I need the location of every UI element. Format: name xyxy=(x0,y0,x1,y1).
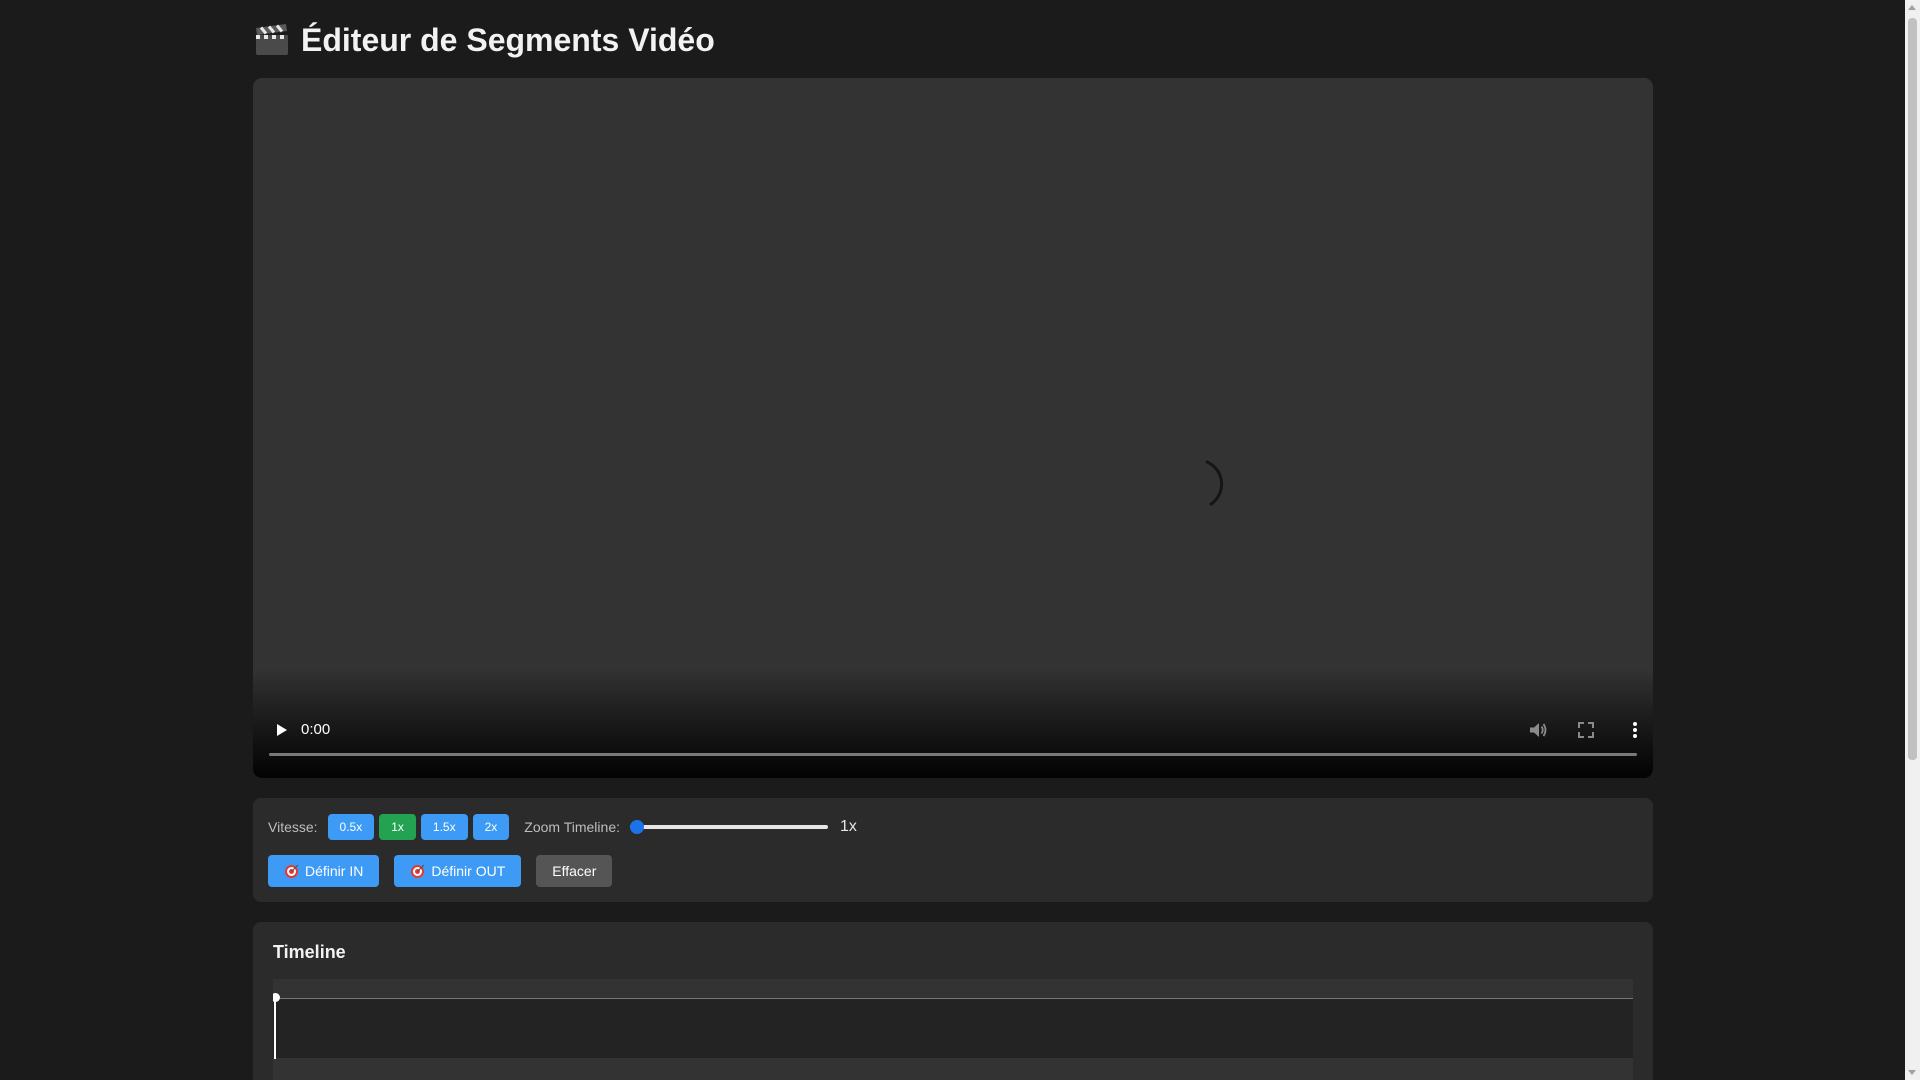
target-icon xyxy=(410,864,425,879)
clapperboard-icon xyxy=(253,21,291,59)
target-icon xyxy=(284,864,299,879)
timeline-ruler xyxy=(273,979,1633,998)
set-out-label: Définir OUT xyxy=(431,863,506,879)
page-title-text: Éditeur de Segments Vidéo xyxy=(301,21,715,58)
speed-button-1-5x[interactable]: 1.5x xyxy=(420,813,468,840)
clear-button[interactable]: Effacer xyxy=(536,855,613,887)
speed-button-1x[interactable]: 1x xyxy=(379,813,416,840)
zoom-timeline-label: Zoom Timeline: xyxy=(524,818,620,835)
speed-row: Vitesse: 0.5x 1x 1.5x 2x Zoom Timeline: … xyxy=(268,813,857,840)
playhead-line xyxy=(274,999,276,1059)
timeline-track[interactable] xyxy=(273,979,1633,1080)
video-current-time: 0:00 xyxy=(301,721,331,738)
video-controls-bar: 0:00 xyxy=(253,668,1653,778)
timeline-playhead[interactable] xyxy=(273,993,283,1059)
volume-icon[interactable] xyxy=(1527,719,1549,741)
set-in-button[interactable]: Définir IN xyxy=(268,855,380,887)
scroll-up-icon[interactable] xyxy=(1908,5,1916,10)
timeline-panel: Timeline xyxy=(253,922,1653,1080)
scrollbar-thumb[interactable] xyxy=(1908,18,1917,760)
fullscreen-icon[interactable] xyxy=(1575,719,1597,741)
video-player[interactable]: 0:00 xyxy=(253,78,1653,778)
action-row: Définir IN Définir OUT Effacer xyxy=(268,855,627,887)
zoom-slider-track xyxy=(630,824,828,829)
timeline-title: Timeline xyxy=(273,942,346,962)
play-icon[interactable] xyxy=(271,720,291,740)
speed-label: Vitesse: xyxy=(268,818,318,835)
speed-button-0-5x[interactable]: 0.5x xyxy=(327,813,375,840)
page-title: Éditeur de Segments Vidéo xyxy=(253,18,715,62)
speed-button-2x[interactable]: 2x xyxy=(472,813,510,840)
timeline-divider xyxy=(273,998,1633,999)
page-scrollbar[interactable] xyxy=(1905,0,1920,1080)
zoom-timeline-slider[interactable] xyxy=(630,819,828,835)
page: Éditeur de Segments Vidéo 0:00 Vitesse: … xyxy=(0,0,1920,1080)
zoom-value: 1x xyxy=(840,817,857,835)
video-progress-bar[interactable] xyxy=(269,753,1637,756)
loading-spinner-icon xyxy=(1205,460,1224,506)
set-in-label: Définir IN xyxy=(305,863,364,879)
more-options-icon[interactable] xyxy=(1624,719,1646,741)
set-out-button[interactable]: Définir OUT xyxy=(394,855,522,887)
scroll-down-icon[interactable] xyxy=(1908,1070,1916,1075)
controls-panel: Vitesse: 0.5x 1x 1.5x 2x Zoom Timeline: … xyxy=(253,798,1653,902)
zoom-slider-thumb[interactable] xyxy=(630,819,644,834)
timeline-segment-lane xyxy=(273,1058,1633,1080)
